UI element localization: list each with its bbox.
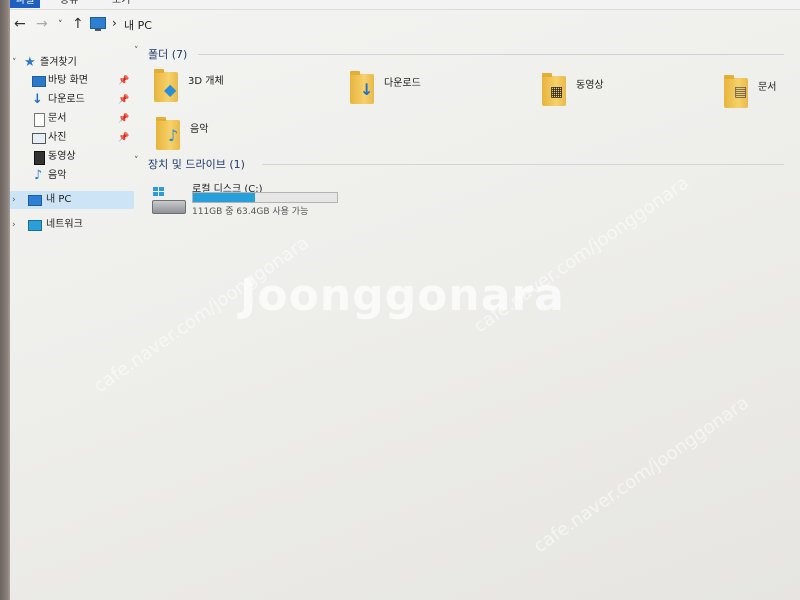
desktop-icon [32, 76, 46, 87]
nav-label: 사진 [48, 132, 67, 143]
nav-label: 음악 [48, 170, 67, 181]
nav-quick-access[interactable]: ˅ ★ 즐겨찾기 [10, 54, 134, 72]
ribbon: 파일 공유 보기 [10, 0, 800, 10]
tab-share[interactable]: 공유 [54, 0, 84, 8]
drive-tile-c[interactable]: 로컬 디스크 (C:) 111GB 중 63.4GB 사용 가능 [152, 184, 452, 228]
nav-item-music[interactable]: ♪ 음악 [10, 167, 134, 185]
nav-this-pc[interactable]: › 내 PC [10, 191, 134, 209]
folder-tile-documents[interactable]: ▤ 문서 [724, 74, 800, 114]
chevron-down-icon[interactable]: ˅ [134, 46, 139, 56]
drives-group-header[interactable]: ˅ 장치 및 드라이브 (1) [134, 156, 784, 172]
group-divider [262, 164, 784, 165]
music-note-icon: ♪ [168, 126, 179, 145]
this-pc-icon [90, 17, 106, 31]
pictures-icon [32, 133, 46, 144]
document-icon: ▤ [734, 84, 748, 100]
music-icon: ♪ [34, 168, 43, 183]
nav-label: 내 PC [46, 194, 72, 205]
nav-item-downloads[interactable]: ↓ 다운로드 📌 [10, 91, 134, 109]
drive-usage-fill [193, 193, 255, 202]
group-title: 폴더 (7) [148, 48, 188, 61]
folder-tile-downloads[interactable]: ↓ 다운로드 [350, 70, 520, 110]
nav-item-desktop[interactable]: 바탕 화면 📌 [10, 72, 134, 90]
nav-label: 다운로드 [48, 94, 85, 105]
up-arrow-icon[interactable]: ↑ [72, 16, 84, 32]
group-title: 장치 및 드라이브 (1) [148, 158, 245, 171]
nav-label: 즐겨찾기 [40, 57, 77, 68]
drive-usage-bar [192, 192, 338, 203]
tab-file[interactable]: 파일 [10, 0, 41, 8]
download-arrow-icon: ↓ [360, 80, 374, 99]
nav-label: 바탕 화면 [48, 75, 88, 86]
nav-item-videos[interactable]: 동영상 [10, 148, 134, 166]
documents-icon [34, 113, 45, 127]
nav-item-documents[interactable]: 문서 📌 [10, 110, 134, 128]
back-arrow-icon[interactable]: ← [14, 16, 26, 32]
drive-free-space: 111GB 중 63.4GB 사용 가능 [192, 207, 309, 217]
forward-arrow-icon[interactable]: → [36, 16, 48, 32]
star-icon: ★ [24, 55, 36, 70]
videos-icon [34, 151, 45, 165]
nav-label: 네트워크 [46, 219, 83, 230]
address-row: ← → ˅ ↑ › 내 PC [10, 12, 800, 38]
tab-view[interactable]: 보기 [106, 0, 136, 8]
nav-label: 동영상 [48, 151, 76, 162]
chevron-down-icon[interactable]: ˅ [134, 156, 139, 166]
folder-label: 3D 개체 [188, 76, 224, 87]
folder-label: 다운로드 [384, 78, 421, 89]
folder-label: 문서 [758, 82, 777, 93]
folders-group-header[interactable]: ˅ 폴더 (7) [134, 46, 784, 62]
download-icon: ↓ [32, 92, 43, 107]
network-icon [28, 220, 42, 231]
navigation-pane: ˅ ★ 즐겨찾기 바탕 화면 📌 ↓ 다운로드 📌 문서 📌 사진 📌 동영상 [10, 48, 140, 588]
pin-icon[interactable]: 📌 [118, 91, 129, 109]
nav-item-pictures[interactable]: 사진 📌 [10, 129, 134, 147]
pin-icon[interactable]: 📌 [118, 129, 129, 147]
this-pc-icon [28, 195, 42, 206]
folder-tile-music[interactable]: ♪ 음악 [156, 116, 326, 156]
pin-icon[interactable]: 📌 [118, 110, 129, 128]
hard-drive-icon [152, 187, 186, 214]
folder-tile-videos[interactable]: ▦ 동영상 [542, 72, 712, 112]
content-pane: ˅ 폴더 (7) ◆ 3D 개체 ↓ 다운로드 ▦ 동영상 ▤ 문서 ♪ 음악 [134, 40, 794, 595]
nav-label: 문서 [48, 113, 67, 124]
pin-icon[interactable]: 📌 [118, 72, 129, 90]
recent-locations-chevron-icon[interactable]: ˅ [58, 20, 63, 30]
chevron-right-icon[interactable]: › [12, 191, 16, 209]
folder-label: 동영상 [576, 80, 604, 91]
group-divider [198, 54, 784, 55]
windows-logo-icon [153, 187, 165, 197]
nav-network[interactable]: › 네트워크 [10, 216, 134, 234]
folder-tile-3d-objects[interactable]: ◆ 3D 개체 [154, 68, 324, 108]
explorer-window: 파일 공유 보기 ← → ˅ ↑ › 내 PC ˅ ★ 즐겨찾기 바탕 화면 📌… [10, 0, 800, 600]
address-bar[interactable]: › 내 PC [90, 14, 790, 34]
chevron-down-icon[interactable]: ˅ [12, 54, 17, 72]
breadcrumb-this-pc[interactable]: 내 PC [124, 17, 152, 33]
folder-label: 음악 [190, 124, 209, 135]
cube-icon: ◆ [164, 80, 177, 99]
breadcrumb-separator: › [112, 16, 117, 30]
chevron-right-icon[interactable]: › [12, 216, 16, 234]
film-icon: ▦ [550, 84, 564, 100]
